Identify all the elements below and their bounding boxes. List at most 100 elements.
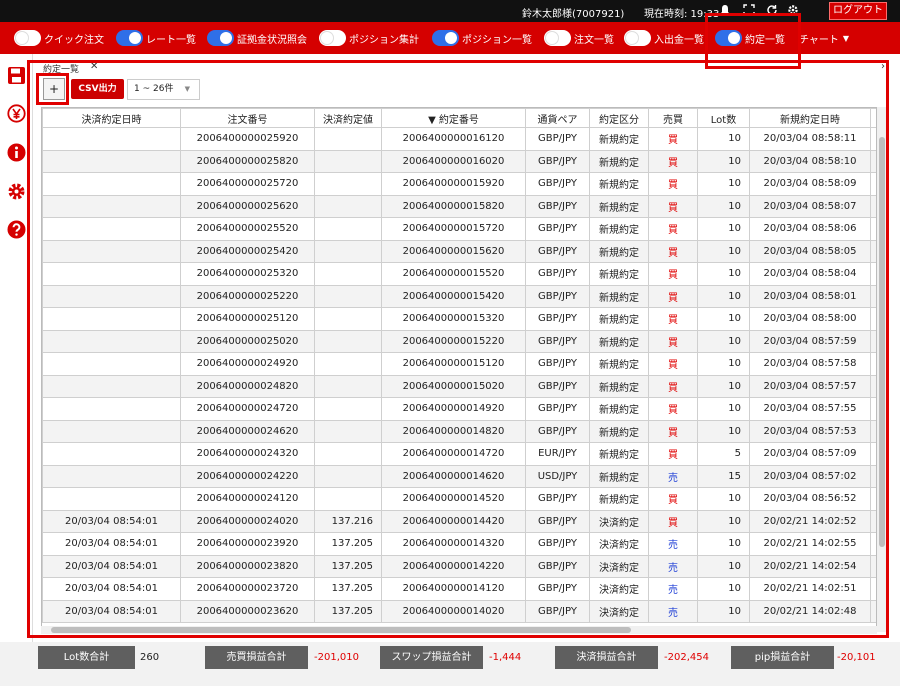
csv-export-button[interactable]: CSV出力 <box>71 79 124 99</box>
table-cell: 買 <box>648 149 698 173</box>
column-header[interactable]: ▼ 約定番号 <box>381 108 526 128</box>
table-row[interactable]: 20/03/04 08:54:01 2006400000023620 137.205… <box>42 599 876 623</box>
table-row[interactable]: 2006400000024320 2006400000014720 EUR/JPY 新… <box>42 442 876 466</box>
table-cell: 2006400000015420 <box>381 284 526 308</box>
table-cell: GBP/JPY <box>525 329 590 353</box>
refresh-icon[interactable] <box>765 4 779 18</box>
table-cell <box>42 262 181 286</box>
table-cell: 新規約定 <box>589 487 649 511</box>
table-row[interactable]: 2006400000025020 2006400000015220 GBP/JPY 新… <box>42 329 876 353</box>
menu-order-list[interactable]: 注文一覧 <box>544 29 614 47</box>
table-row[interactable]: 2006400000025720 2006400000015920 GBP/JPY 新… <box>42 172 876 196</box>
table-row[interactable]: 20/03/04 08:54:01 2006400000024020 137.216… <box>42 509 876 533</box>
horizontal-scrollbar[interactable] <box>41 626 877 634</box>
table-row[interactable]: 2006400000025320 2006400000015520 GBP/JPY 新… <box>42 262 876 286</box>
table-row[interactable]: 2006400000025220 2006400000015420 GBP/JPY 新… <box>42 284 876 308</box>
lot-total-label: Lot数合計 <box>38 646 135 669</box>
toggle-switch[interactable] <box>715 30 742 46</box>
chevron-right-icon[interactable]: › <box>881 61 885 72</box>
table-cell <box>314 464 382 488</box>
menu-chart[interactable]: チャート ▼ <box>799 29 849 47</box>
column-header[interactable]: 決済約定日時 <box>42 108 181 128</box>
column-header[interactable]: 決済約定値 <box>314 108 382 128</box>
toggle-switch[interactable] <box>207 30 234 46</box>
gear-icon[interactable] <box>786 4 800 18</box>
table-row[interactable]: 2006400000024820 2006400000015020 GBP/JPY 新… <box>42 374 876 398</box>
close-icon[interactable]: ✕ <box>90 61 98 72</box>
toggle-switch[interactable] <box>14 30 41 46</box>
table-cell: 2006400000025220 <box>180 284 315 308</box>
table-cell: 新規約定 <box>589 127 649 151</box>
save-icon[interactable] <box>7 66 26 85</box>
column-header[interactable]: 通貨ペア <box>525 108 590 128</box>
page-range-select[interactable]: 1 ~ 26件 ▼ <box>127 79 200 100</box>
table-row[interactable]: 2006400000024920 2006400000015120 GBP/JPY 新… <box>42 352 876 376</box>
menu-position-summary[interactable]: ポジション集計 <box>319 29 419 47</box>
table-cell: 2006400000015920 <box>381 172 526 196</box>
table-cell: 10 <box>697 374 750 398</box>
user-name: 鈴木太郎様(7007921) <box>522 9 625 20</box>
menu-rate-list[interactable]: レート一覧 <box>116 29 196 47</box>
table-cell: 137.205 <box>314 554 382 578</box>
column-header[interactable]: 注文番号 <box>180 108 315 128</box>
vertical-scrollbar[interactable] <box>877 107 887 632</box>
toggle-switch[interactable] <box>432 30 459 46</box>
caret-down-icon: ▼ <box>842 33 850 43</box>
menu-margin-status[interactable]: 証拠金状況照会 <box>207 29 307 47</box>
help-icon[interactable] <box>7 220 26 239</box>
fullscreen-icon[interactable] <box>742 4 756 18</box>
toggle-switch[interactable] <box>319 30 346 46</box>
table-row[interactable]: 2006400000025520 2006400000015720 GBP/JPY 新… <box>42 217 876 241</box>
table-row[interactable]: 2006400000025920 2006400000016120 GBP/JPY 新… <box>42 127 876 151</box>
table-cell: 2006400000014220 <box>381 554 526 578</box>
table-row[interactable]: 2006400000024120 2006400000014520 GBP/JPY 新… <box>42 487 876 511</box>
table-cell <box>42 149 181 173</box>
table-cell: 10 <box>697 352 750 376</box>
table-cell: 20/03/04 08:58:04 <box>749 262 871 286</box>
table-row[interactable]: 2006400000024620 2006400000014820 GBP/JPY 新… <box>42 419 876 443</box>
logout-button[interactable]: ログアウト <box>829 2 887 20</box>
menu-deposit-list[interactable]: 入出金一覧 <box>624 29 704 47</box>
table-cell: 20/03/04 08:57:57 <box>749 374 871 398</box>
settlement-pl-label: 決済損益合計 <box>555 646 658 669</box>
table-row[interactable]: 20/03/04 08:54:01 2006400000023720 137.205… <box>42 577 876 601</box>
table-cell: 2006400000025320 <box>180 262 315 286</box>
toggle-switch[interactable] <box>624 30 651 46</box>
table-cell: 新規約定 <box>589 464 649 488</box>
column-header[interactable]: Lot数 <box>697 108 750 128</box>
table-row[interactable]: 2006400000025120 2006400000015320 GBP/JPY 新… <box>42 307 876 331</box>
bell-icon[interactable] <box>718 4 732 18</box>
column-header[interactable]: 売買 <box>648 108 698 128</box>
table-cell: 買 <box>648 172 698 196</box>
menu-position-list[interactable]: ポジション一覧 <box>432 29 532 47</box>
column-header[interactable]: 約定区分 <box>589 108 649 128</box>
table-cell <box>314 397 382 421</box>
table-row[interactable]: 20/03/04 08:54:01 2006400000023920 137.205… <box>42 532 876 556</box>
table-row[interactable]: 2006400000024720 2006400000014920 GBP/JPY 新… <box>42 397 876 421</box>
table-cell: USD/JPY <box>525 464 590 488</box>
table-row[interactable]: 2006400000025420 2006400000015620 GBP/JPY 新… <box>42 239 876 263</box>
table-cell: 買 <box>648 239 698 263</box>
table-cell: 20/03/04 08:54:01 <box>42 532 181 556</box>
table-cell: GBP/JPY <box>525 284 590 308</box>
table-cell: 2006400000015620 <box>381 239 526 263</box>
toggle-switch[interactable] <box>544 30 571 46</box>
table-row[interactable]: 20/03/04 08:54:01 2006400000023820 137.205… <box>42 554 876 578</box>
info-icon[interactable] <box>7 143 26 162</box>
add-column-button[interactable]: + <box>43 78 65 100</box>
column-header[interactable]: 新規約定日時 <box>749 108 871 128</box>
menu-label: クイック注文 <box>44 34 104 46</box>
table-cell <box>42 464 181 488</box>
yen-icon[interactable] <box>7 104 26 123</box>
table-cell: 買 <box>648 397 698 421</box>
table-row[interactable]: 2006400000024220 2006400000014620 USD/JPY 新… <box>42 464 876 488</box>
toggle-switch[interactable] <box>116 30 143 46</box>
table-cell: 新規約定 <box>589 284 649 308</box>
table-cell: EUR/JPY <box>525 442 590 466</box>
menu-quick-order[interactable]: クイック注文 <box>14 29 104 47</box>
table-row[interactable]: 2006400000025620 2006400000015820 GBP/JPY 新… <box>42 194 876 218</box>
settings-gear-icon[interactable] <box>7 182 26 201</box>
table-row[interactable]: 2006400000025820 2006400000016020 GBP/JPY 新… <box>42 149 876 173</box>
menu-execution-list[interactable]: 約定一覧 <box>715 29 785 47</box>
table-cell: 10 <box>697 509 750 533</box>
